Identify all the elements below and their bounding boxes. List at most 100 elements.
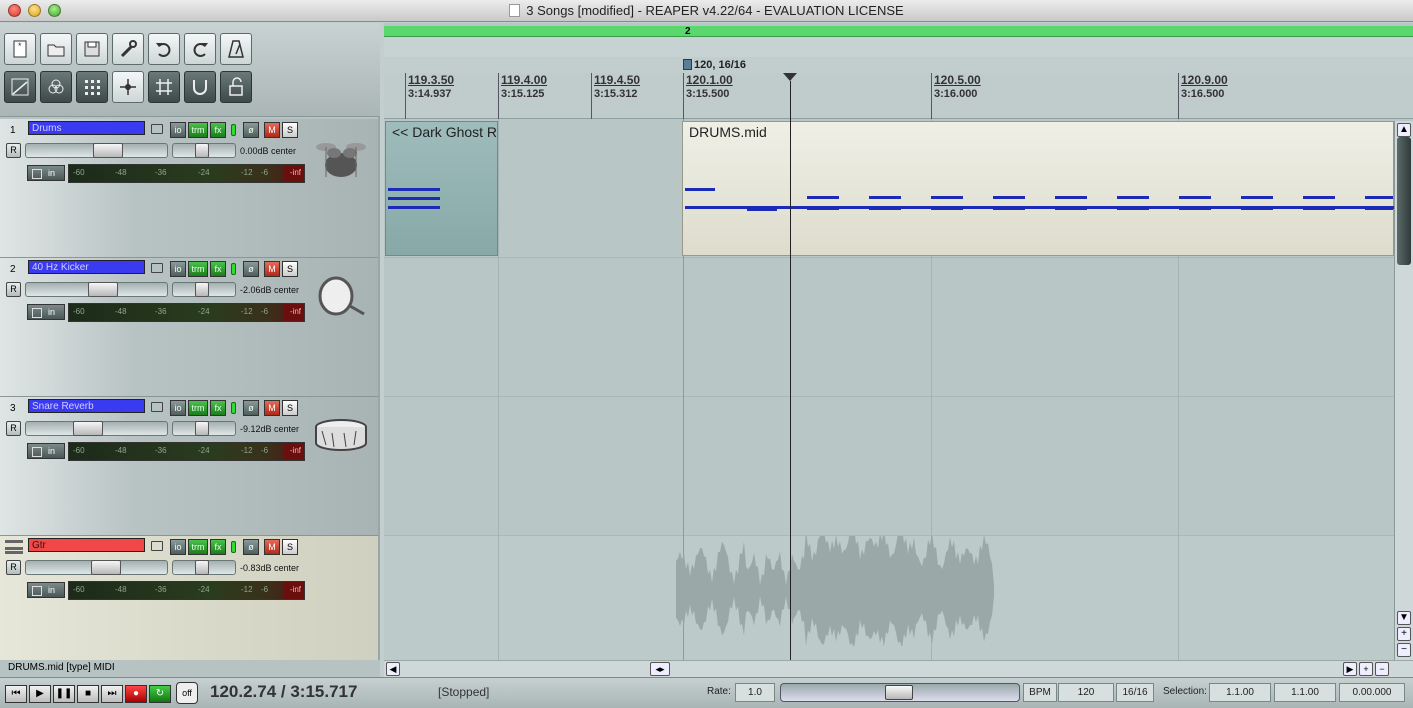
pan-fader[interactable] — [172, 560, 236, 575]
region-bar[interactable]: 2 — [384, 26, 1413, 37]
auto-punch-off-button[interactable]: off — [176, 682, 198, 704]
trim-button[interactable]: trm — [188, 122, 208, 138]
fx-bypass-toggle[interactable] — [231, 124, 236, 136]
phase-invert-button[interactable]: ø — [243, 261, 259, 277]
playhead-marker-icon[interactable] — [783, 73, 797, 81]
redo-icon[interactable] — [184, 33, 216, 65]
scroll-down-button[interactable]: ▼ — [1397, 611, 1411, 625]
arrange-view[interactable]: 2 120, 16/16 119.3.50 3:14.937 119.4.00 3:… — [384, 23, 1413, 675]
fx-bypass-toggle[interactable] — [231, 541, 236, 553]
midi-item-ghost[interactable]: << Dark Ghost R — [385, 121, 498, 256]
trim-button[interactable]: trm — [188, 539, 208, 555]
track-name-field[interactable]: 40 Hz Kicker — [28, 260, 145, 274]
volume-knob[interactable] — [73, 421, 103, 436]
zoom-in-horizontal-button[interactable]: + — [1359, 662, 1373, 676]
zoom-window-button[interactable] — [48, 4, 61, 17]
volume-fader[interactable] — [25, 560, 168, 575]
pan-knob[interactable] — [195, 560, 209, 575]
selection-start-field[interactable]: 1.1.00 — [1209, 683, 1271, 702]
volume-fader[interactable] — [25, 421, 168, 436]
skip-to-end-icon[interactable]: ⏭ — [101, 685, 123, 703]
solo-button[interactable]: S — [282, 261, 298, 277]
audio-waveform[interactable] — [676, 536, 994, 646]
mute-button[interactable]: M — [264, 400, 280, 416]
phase-invert-button[interactable]: ø — [243, 400, 259, 416]
pan-fader[interactable] — [172, 282, 236, 297]
envelope-icon[interactable] — [4, 71, 36, 103]
horizontal-scrollbar[interactable]: ◀ ◂▸ ▶ + − — [384, 660, 1413, 677]
pan-knob[interactable] — [195, 143, 209, 158]
folder-icon[interactable] — [151, 402, 163, 412]
fx-button[interactable]: fx — [210, 261, 226, 277]
record-icon[interactable]: ● — [125, 685, 147, 703]
track-row-selected[interactable]: Gtr io trm fx ø M S R -0.83dB center in … — [0, 536, 378, 675]
selection-end-field[interactable]: 1.1.00 — [1274, 683, 1336, 702]
volume-knob[interactable] — [93, 143, 123, 158]
snare-drum-icon[interactable] — [312, 405, 370, 463]
volume-knob[interactable] — [91, 560, 121, 575]
track-row[interactable]: 3 Snare Reverb io trm fx ø M S R -9.12dB… — [0, 397, 378, 536]
tempo-marker-icon[interactable] — [683, 59, 692, 70]
io-button[interactable]: io — [170, 539, 186, 555]
phase-invert-button[interactable]: ø — [243, 122, 259, 138]
position-display[interactable]: 120.2.74 / 3:15.717 — [210, 682, 357, 702]
record-arm-button[interactable]: R — [6, 143, 21, 158]
track-row[interactable]: 1 Drums io trm fx ø M S R 0.00dB center … — [0, 119, 378, 258]
volume-fader[interactable] — [25, 143, 168, 158]
pan-fader[interactable] — [172, 421, 236, 436]
selection-length-field[interactable]: 0.00.000 — [1339, 683, 1405, 702]
drum-kit-icon[interactable] — [312, 127, 370, 185]
trim-button[interactable]: trm — [188, 400, 208, 416]
monitor-button[interactable]: in — [27, 443, 65, 459]
rate-slider-knob[interactable] — [885, 685, 913, 700]
scroll-right-button[interactable]: ▶ — [1343, 662, 1357, 676]
trim-button[interactable]: trm — [188, 261, 208, 277]
loop-icon[interactable]: ↻ — [149, 685, 171, 703]
bass-drum-icon[interactable] — [312, 266, 370, 324]
scroll-up-button[interactable]: ▲ — [1397, 123, 1411, 137]
undo-icon[interactable] — [148, 33, 180, 65]
snap-grid-icon[interactable] — [148, 71, 180, 103]
volume-knob[interactable] — [88, 282, 118, 297]
zoom-out-horizontal-button[interactable]: − — [1375, 662, 1389, 676]
zoom-out-vertical-button[interactable]: − — [1397, 643, 1411, 657]
vertical-scrollbar[interactable]: ▲ ▼ + − — [1394, 121, 1413, 660]
pan-knob[interactable] — [195, 421, 209, 436]
stop-icon[interactable]: ■ — [77, 685, 99, 703]
record-arm-button[interactable]: R — [6, 282, 21, 297]
play-icon[interactable]: ▶ — [29, 685, 51, 703]
rate-field[interactable]: 1.0 — [735, 683, 775, 702]
record-arm-button[interactable]: R — [6, 421, 21, 436]
item-grouping-icon[interactable] — [112, 71, 144, 103]
pan-fader[interactable] — [172, 143, 236, 158]
open-project-icon[interactable] — [40, 33, 72, 65]
pause-icon[interactable]: ❚❚ — [53, 685, 75, 703]
solo-button[interactable]: S — [282, 122, 298, 138]
timesig-field[interactable]: 16/16 — [1116, 683, 1154, 702]
rate-slider[interactable] — [780, 683, 1020, 702]
volume-fader[interactable] — [25, 282, 168, 297]
tempo-lane[interactable]: 120, 16/16 — [384, 57, 1413, 73]
track-name-field[interactable]: Gtr — [28, 538, 145, 552]
monitor-button[interactable]: in — [27, 582, 65, 598]
record-arm-button[interactable]: R — [6, 560, 21, 575]
solo-button[interactable]: S — [282, 400, 298, 416]
fx-button[interactable]: fx — [210, 400, 226, 416]
phase-invert-button[interactable]: ø — [243, 539, 259, 555]
folder-icon[interactable] — [151, 124, 163, 134]
mute-button[interactable]: M — [264, 122, 280, 138]
track-name-field[interactable]: Snare Reverb — [28, 399, 145, 413]
timeline-ruler[interactable]: 119.3.50 3:14.937 119.4.00 3:15.125 119.4.… — [384, 73, 1413, 119]
minimize-window-button[interactable] — [28, 4, 41, 17]
monitor-button[interactable]: in — [27, 165, 65, 181]
fx-bypass-toggle[interactable] — [231, 263, 236, 275]
vertical-scroll-thumb[interactable] — [1397, 137, 1411, 265]
playhead-line[interactable] — [790, 81, 791, 660]
midi-item-drums[interactable]: DRUMS.mid — [682, 121, 1395, 256]
io-button[interactable]: io — [170, 400, 186, 416]
save-project-icon[interactable] — [76, 33, 108, 65]
fx-button[interactable]: fx — [210, 122, 226, 138]
new-project-icon[interactable]: * — [4, 33, 36, 65]
region-marker[interactable]: 2 — [685, 26, 691, 37]
metronome-icon[interactable] — [220, 33, 252, 65]
